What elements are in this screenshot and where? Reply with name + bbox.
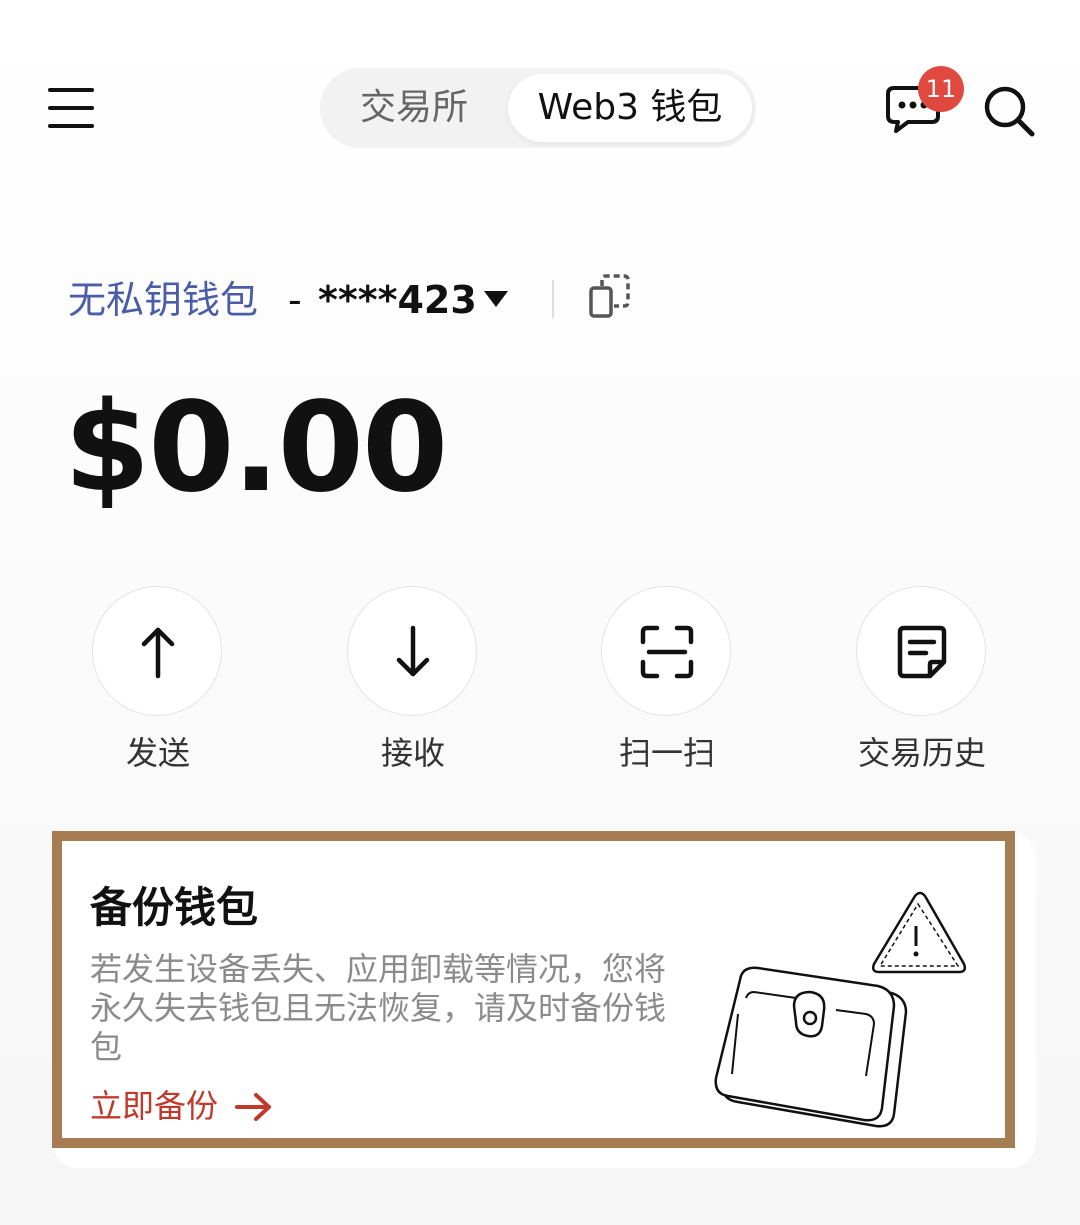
balance-amount: $0.00 xyxy=(64,376,448,520)
backup-card-description: 若发生设备丢失、应用卸载等情况，您将永久失去钱包且无法恢复，请及时备份钱包 xyxy=(90,950,667,1066)
scan-label: 扫一扫 xyxy=(618,734,715,772)
backup-now-link[interactable]: 立即备份 xyxy=(90,1084,218,1128)
chevron-down-icon[interactable] xyxy=(482,288,510,310)
arrow-up-icon xyxy=(141,627,175,679)
wallet-separator: - xyxy=(288,278,302,322)
history-button[interactable]: 交易历史 xyxy=(822,586,1022,786)
arrow-down-icon xyxy=(396,625,430,677)
switch-wallet-icon[interactable] xyxy=(588,272,634,322)
wallet-name[interactable]: 无私钥钱包 xyxy=(68,272,258,328)
receive-label: 接收 xyxy=(380,734,445,772)
history-icon xyxy=(897,625,947,679)
divider xyxy=(552,280,554,318)
send-button[interactable]: 发送 xyxy=(58,586,258,786)
send-label: 发送 xyxy=(125,734,190,772)
backup-card-title: 备份钱包 xyxy=(90,883,259,932)
tab-exchange[interactable]: 交易所 xyxy=(320,68,508,148)
tab-web3-wallet[interactable]: Web3 钱包 xyxy=(508,74,752,142)
scan-button[interactable]: 扫一扫 xyxy=(567,586,767,786)
history-label: 交易历史 xyxy=(857,734,986,772)
menu-icon[interactable] xyxy=(48,86,96,130)
receive-button[interactable]: 接收 xyxy=(313,586,513,786)
mode-switch: 交易所 Web3 钱包 xyxy=(320,68,756,148)
scan-icon xyxy=(640,625,694,679)
search-icon[interactable] xyxy=(982,84,1036,138)
wallet-account[interactable]: ****423 xyxy=(318,272,477,328)
message-count-badge: 11 xyxy=(918,66,964,112)
arrow-right-icon[interactable] xyxy=(234,1090,274,1124)
wallet-warning-illustration xyxy=(710,888,980,1138)
